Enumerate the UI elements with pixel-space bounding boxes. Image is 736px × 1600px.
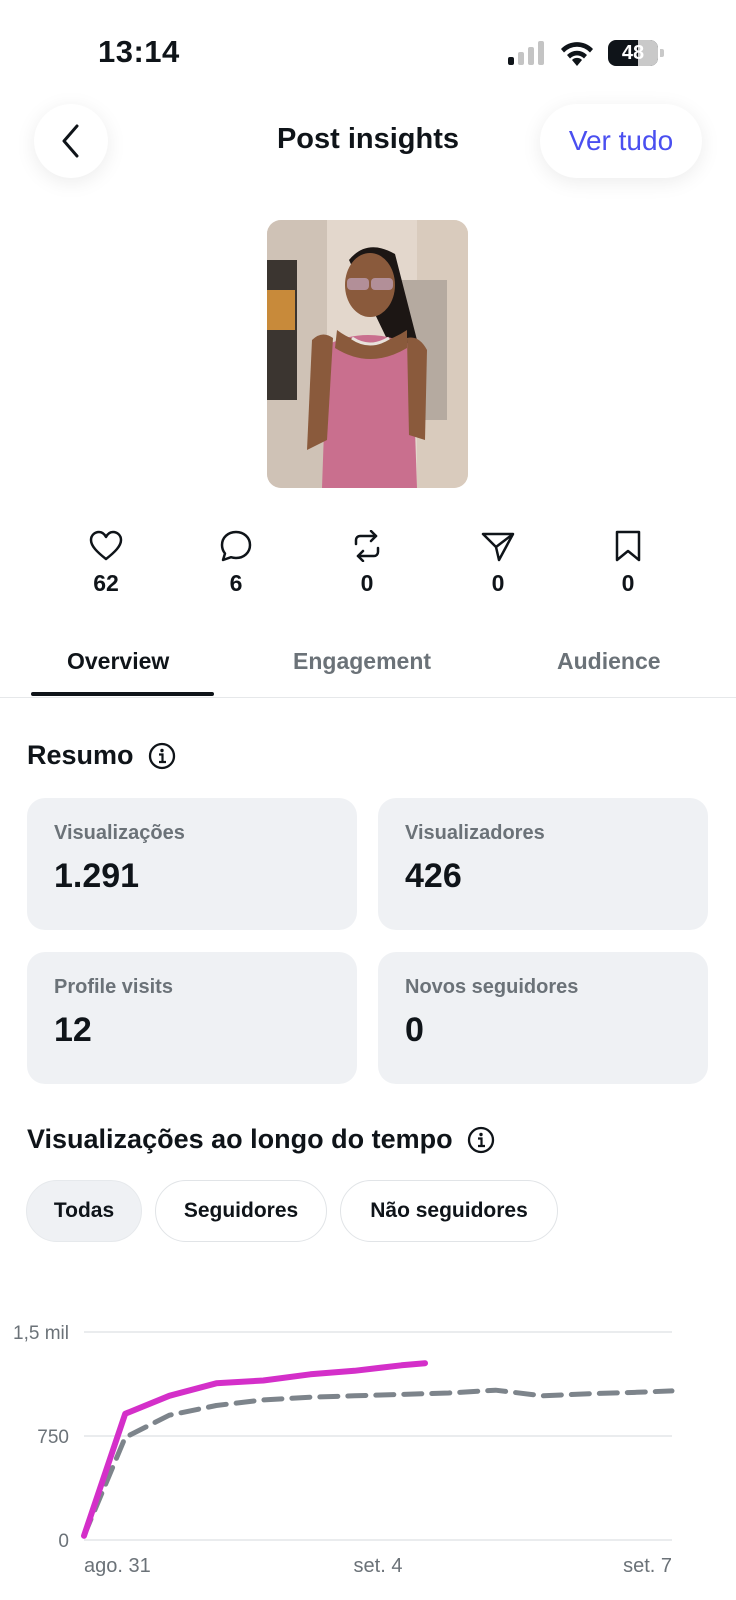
- info-icon[interactable]: [467, 1126, 495, 1154]
- summary-title: Resumo: [27, 740, 134, 770]
- tab-overview[interactable]: Overview: [67, 648, 169, 675]
- new-followers-card: Novos seguidores 0: [378, 952, 708, 1084]
- views-over-time-heading: Visualizações ao longo do tempo: [27, 1124, 495, 1155]
- y-tick-label: 0: [58, 1531, 69, 1552]
- battery-icon: 48: [608, 40, 664, 66]
- heart-icon: [89, 530, 123, 561]
- info-icon[interactable]: [148, 742, 176, 770]
- chart-canvas: 0 750 1,5 mil ago. 31 set. 4 set. 7: [13, 1323, 675, 1577]
- profile-visits-card: Profile visits 12: [27, 952, 357, 1084]
- saves-count: 0: [621, 570, 635, 596]
- view-all-button[interactable]: Ver tudo: [540, 104, 702, 178]
- post-thumbnail[interactable]: [267, 220, 468, 488]
- repost-icon: [354, 530, 380, 562]
- viewers-card: Visualizadores 426: [378, 798, 708, 930]
- saves-stat: 0: [583, 530, 673, 597]
- y-tick-label: 1,5 mil: [13, 1323, 69, 1344]
- comment-icon: [220, 530, 252, 562]
- filter-non-followers[interactable]: Não seguidores: [340, 1180, 558, 1242]
- bookmark-icon: [615, 530, 641, 562]
- card-label: Visualizadores: [405, 822, 545, 844]
- comments-stat: 6: [191, 530, 281, 597]
- status-bar: 13:14 48: [0, 0, 736, 100]
- reposts-count: 0: [360, 570, 374, 596]
- card-value: 426: [405, 857, 462, 895]
- x-tick-label: ago. 31: [84, 1555, 151, 1577]
- y-tick-label: 750: [37, 1427, 69, 1448]
- cellular-signal-icon: [508, 41, 544, 65]
- reposts-stat: 0: [322, 530, 412, 597]
- likes-stat: 62: [61, 530, 151, 597]
- card-value: 1.291: [54, 857, 140, 895]
- tab-engagement[interactable]: Engagement: [293, 648, 431, 675]
- views-line-chart: 0 750 1,5 mil ago. 31 set. 4 set. 7: [0, 1300, 736, 1600]
- wifi-icon: [561, 42, 593, 66]
- shares-stat: 0: [453, 530, 543, 597]
- engagement-stats: 62 6 0 0 0: [40, 530, 700, 610]
- share-icon: [481, 532, 515, 562]
- likes-count: 62: [93, 570, 119, 596]
- battery-level: 48: [621, 41, 645, 64]
- x-tick-label: set. 4: [354, 1555, 403, 1577]
- status-time: 13:14: [98, 34, 180, 69]
- card-label: Visualizações: [54, 822, 185, 844]
- insights-tabs: Overview Engagement Audience: [0, 640, 736, 698]
- tab-audience[interactable]: Audience: [557, 648, 661, 675]
- status-icons: 48: [508, 40, 664, 66]
- header: Post insights Ver tudo: [0, 104, 736, 178]
- filter-all[interactable]: Todas: [26, 1180, 142, 1242]
- card-label: Profile visits: [54, 976, 173, 998]
- x-tick-label: set. 7: [623, 1555, 672, 1577]
- card-label: Novos seguidores: [405, 976, 579, 998]
- views-over-time-title: Visualizações ao longo do tempo: [27, 1124, 453, 1154]
- active-tab-indicator: [31, 692, 214, 696]
- card-value: 12: [54, 1011, 92, 1049]
- views-card: Visualizações 1.291: [27, 798, 357, 930]
- series-line-dashed: [81, 1387, 675, 1539]
- series-line-solid: [81, 1360, 428, 1539]
- comments-count: 6: [229, 570, 243, 596]
- filter-followers[interactable]: Seguidores: [155, 1180, 327, 1242]
- card-value: 0: [405, 1011, 424, 1049]
- shares-count: 0: [491, 570, 505, 596]
- summary-heading: Resumo: [27, 740, 176, 771]
